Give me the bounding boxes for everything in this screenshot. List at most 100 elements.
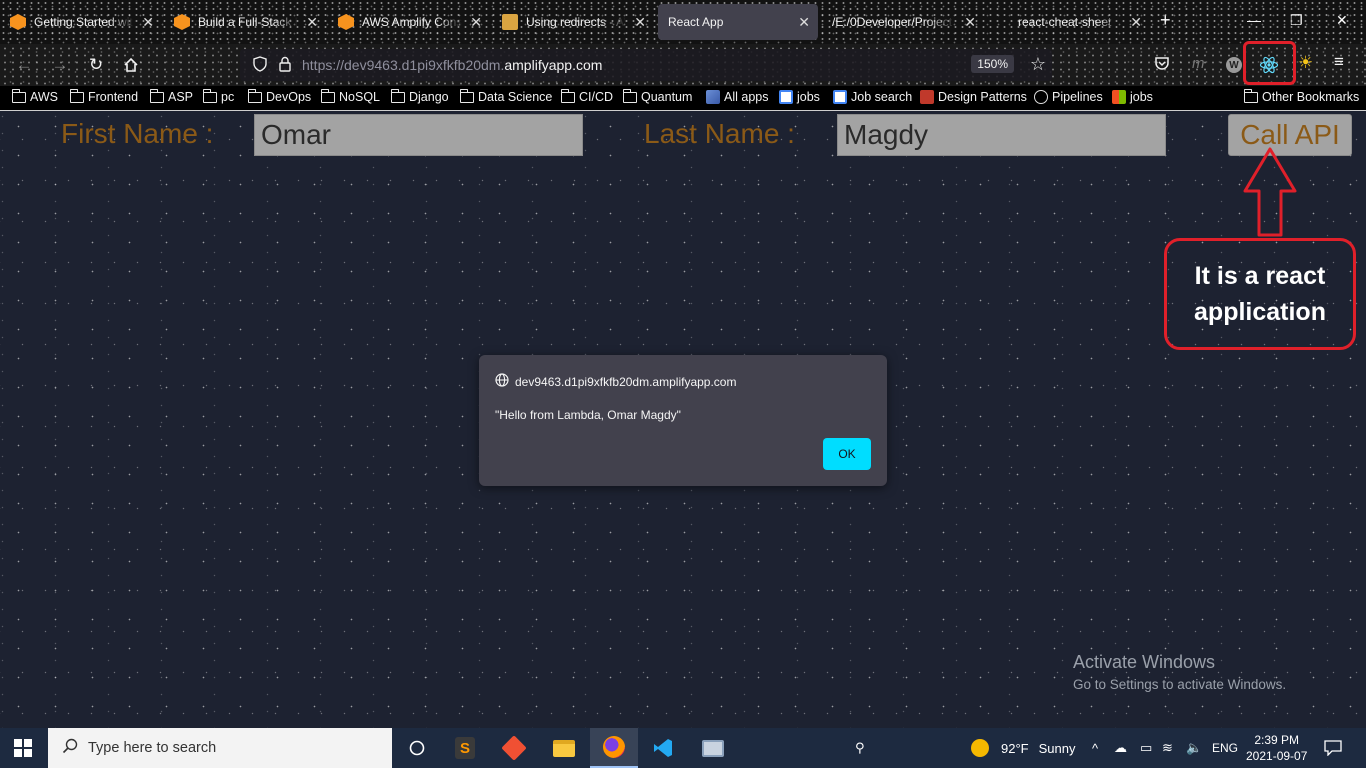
bookmark-aws[interactable]: AWS (11, 88, 58, 104)
sun-extension-icon[interactable]: ☀ (1298, 53, 1313, 73)
bookmark-cicd[interactable]: CI/CD (560, 88, 613, 104)
bookmark-design-patterns[interactable]: Design Patterns (920, 90, 1027, 104)
battery-icon[interactable]: ▭ (1140, 728, 1152, 768)
bookmark-django[interactable]: Django (390, 88, 449, 104)
tab-title: Build a Full-Stack R (198, 15, 299, 29)
w-extension-icon[interactable]: W (1226, 57, 1242, 73)
task-view-icon[interactable] (393, 728, 441, 768)
tab-getting-started[interactable]: Getting Started with ✕ (0, 4, 162, 40)
onedrive-icon[interactable]: ☁ (1114, 728, 1127, 768)
menu-icon[interactable]: ≡ (1334, 52, 1344, 72)
close-icon[interactable]: ✕ (470, 14, 482, 31)
url-domain: amplifyapp.com (504, 57, 603, 73)
close-icon[interactable]: ✕ (306, 14, 318, 31)
bookmark-jobs[interactable]: jobs (779, 90, 820, 104)
folder-icon (320, 88, 335, 103)
first-name-label: First Name : (61, 118, 214, 149)
system-clock[interactable]: 2:39 PM 2021-09-07 (1246, 732, 1307, 764)
vscode-icon[interactable] (639, 728, 687, 768)
bookmark-asp[interactable]: ASP (149, 88, 193, 104)
tab-using-redirects[interactable]: Using redirects - AW ✕ (492, 4, 654, 40)
bookmark-label: NoSQL (339, 90, 380, 104)
volume-icon[interactable]: 🔈 (1186, 728, 1202, 768)
tab-title: AWS Amplify Conso (362, 15, 463, 29)
folder-icon (247, 88, 262, 103)
tab-title: Using redirects - AW (526, 15, 627, 29)
network-app-icon[interactable] (689, 728, 737, 768)
forward-icon[interactable]: → (48, 53, 72, 77)
reload-icon[interactable]: ↻ (84, 53, 108, 77)
shield-icon[interactable] (252, 55, 268, 75)
windows-start-icon[interactable] (14, 739, 32, 757)
taskbar-search[interactable]: Type here to search (48, 728, 392, 768)
folder-icon (560, 88, 575, 103)
bookmark-devops[interactable]: DevOps (247, 88, 311, 104)
bookmark-label: jobs (1130, 90, 1153, 104)
first-name-input[interactable] (254, 114, 583, 156)
bookmark-data-science[interactable]: Data Science (459, 88, 553, 104)
tab-amplify-console[interactable]: AWS Amplify Conso ✕ (328, 4, 490, 40)
close-icon[interactable]: ✕ (142, 14, 154, 31)
notifications-icon[interactable] (1324, 728, 1342, 768)
back-icon[interactable]: ← (12, 53, 36, 77)
bookmark-nosql[interactable]: NoSQL (320, 88, 380, 104)
bookmark-star-icon[interactable]: ☆ (1030, 54, 1046, 75)
weather-temp: 92°F (1001, 740, 1029, 756)
other-bookmarks[interactable]: Other Bookmarks (1243, 88, 1359, 104)
new-tab-icon[interactable]: + (1160, 10, 1171, 31)
clock-time: 2:39 PM (1254, 733, 1300, 747)
close-icon[interactable]: ✕ (964, 14, 976, 31)
ok-button[interactable]: OK (823, 438, 871, 470)
design-patterns-icon (920, 90, 934, 104)
m-extension-icon[interactable]: m (1192, 55, 1205, 72)
tab-react-cheat-sheet[interactable]: react-cheat-sheet ✕ (1008, 4, 1150, 40)
search-placeholder: Type here to search (88, 740, 217, 756)
firefox-icon[interactable] (590, 728, 638, 768)
lock-icon[interactable] (278, 56, 292, 75)
bookmark-job-search[interactable]: Job search (833, 90, 912, 104)
folder-icon (69, 88, 84, 103)
close-icon[interactable]: ✕ (798, 14, 810, 31)
zoom-level[interactable]: 150% (971, 55, 1014, 73)
bookmark-all-apps[interactable]: All apps (706, 90, 768, 104)
git-icon[interactable] (490, 728, 538, 768)
bookmark-pc[interactable]: pc (202, 88, 234, 104)
restore-icon[interactable]: ❐ (1290, 12, 1303, 29)
close-window-icon[interactable]: ✕ (1336, 12, 1348, 29)
folder-icon (202, 88, 217, 103)
bookmark-quantum[interactable]: Quantum (622, 88, 693, 104)
language-indicator[interactable]: ENG (1212, 728, 1238, 768)
close-icon[interactable]: ✕ (1130, 14, 1142, 31)
wifi-icon[interactable]: ≋ (1162, 728, 1173, 768)
weather-widget[interactable]: 92°F Sunny (971, 728, 1075, 768)
bookmarks-toolbar: AWS Frontend ASP pc DevOps NoSQL Django … (0, 86, 1366, 111)
aws-icon (10, 14, 26, 30)
folder-icon (1243, 88, 1258, 103)
show-hidden-icons-icon[interactable]: ^ (1092, 728, 1098, 768)
bookmark-jobs-ms[interactable]: jobs (1112, 90, 1153, 104)
bookmark-label: Data Science (478, 90, 553, 104)
minimize-icon[interactable]: — (1247, 12, 1261, 28)
globe-icon (495, 373, 509, 390)
dialog-message: "Hello from Lambda, Omar Magdy" (495, 408, 681, 422)
activate-windows-watermark: Activate Windows Go to Settings to activ… (1073, 652, 1286, 692)
last-name-input[interactable] (837, 114, 1166, 156)
address-bar[interactable]: https://dev9463.d1pi9xfkfb20dm.amplifyap… (240, 49, 1052, 81)
pocket-icon[interactable] (1154, 55, 1170, 75)
last-name-label: Last Name : (644, 118, 795, 149)
people-icon[interactable]: ⚲ (855, 728, 865, 768)
microsoft-icon (1112, 90, 1126, 104)
bookmark-pipelines[interactable]: Pipelines (1034, 90, 1103, 104)
bookmark-frontend[interactable]: Frontend (69, 88, 138, 104)
home-icon[interactable] (119, 53, 143, 77)
bookmark-label: Quantum (641, 90, 693, 104)
file-explorer-icon[interactable] (540, 728, 588, 768)
annotation-line-1: It is a react (1194, 262, 1326, 290)
tab-build-full-stack[interactable]: Build a Full-Stack R ✕ (164, 4, 326, 40)
sublime-text-icon[interactable]: S (441, 728, 489, 768)
watermark-title: Activate Windows (1073, 652, 1216, 672)
close-icon[interactable]: ✕ (634, 14, 646, 31)
tab-react-app[interactable]: React App ✕ (658, 4, 818, 40)
tab-local-project[interactable]: /E:/0Developer/Project ✕ (822, 4, 984, 40)
bookmark-label: jobs (797, 90, 820, 104)
